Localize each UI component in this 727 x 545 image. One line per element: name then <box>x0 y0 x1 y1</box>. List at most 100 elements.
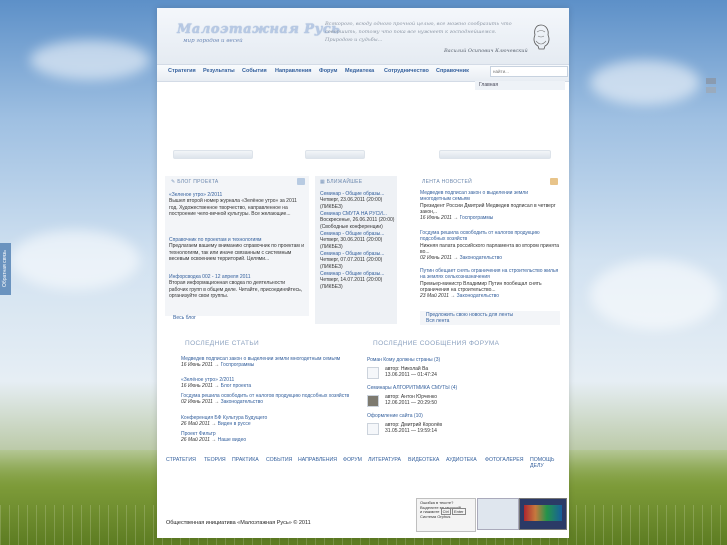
logo-title[interactable]: Малоэтажная Русь <box>177 22 340 37</box>
footer-nav-practice[interactable]: ПРАКТИКА <box>232 457 259 463</box>
arrow-icon: → <box>453 215 459 222</box>
forum-date: 13.06.2011 — 01:47:24 <box>385 372 437 379</box>
news-text: Нижняя палата российского парламента во … <box>420 242 560 255</box>
nav-item-events[interactable]: События <box>242 68 267 74</box>
article-tag[interactable]: Наше видео <box>218 437 247 443</box>
forum-topic-meta: автор: Николай Ва 13.06.2011 — 01:47:24 <box>385 366 437 379</box>
forum-topic-meta: автор: Дмитрий Королёв 31.05.2011 — 19:5… <box>385 422 442 435</box>
event-item: Семинар - Общие образы... Четверг, 07.07… <box>320 251 396 270</box>
blog-post-text: Вторая информационная сводка по деятельн… <box>169 280 303 299</box>
arrow-icon: → <box>211 437 217 444</box>
blog-title: ✎ БЛОГ ПРОЕКТА <box>171 179 219 185</box>
news-item: Госдума решила освободить от налогов про… <box>420 230 560 261</box>
footer-nav-theory[interactable]: ТЕОРИЯ <box>204 457 226 463</box>
nav-item-forum[interactable]: Форум <box>319 68 337 74</box>
map-counter-badge[interactable] <box>519 498 567 530</box>
footer-nav-video[interactable]: ВИДЕОТЕКА <box>408 457 439 463</box>
article-item: «Зелёное утро» 2/2011 16 Июнь 2011 → Бло… <box>181 377 351 390</box>
nav-item-cooperation[interactable]: Сотрудничество <box>384 68 429 74</box>
footer-nav-photo[interactable]: ФОТОГАЛЕРЕЯ <box>485 457 524 463</box>
news-date: 02 Июнь 2011 <box>420 255 452 262</box>
blog-post: Инфорсводка 002 - 12 апреля 2011 Вторая … <box>169 274 305 299</box>
footer-nav-events[interactable]: СОБЫТИЯ <box>266 457 292 463</box>
breadcrumb[interactable]: Главная <box>475 81 565 90</box>
counter-badge[interactable] <box>477 498 519 530</box>
news-title[interactable]: Путин обещает снять ограничения на строи… <box>420 268 560 281</box>
arrow-icon: → <box>211 421 217 428</box>
footer-nav-forum[interactable]: ФОРУМ <box>343 457 362 463</box>
blog-post-text: Вышел второй номер журнала «Зелёное утро… <box>169 198 297 217</box>
enter-key: Enter <box>451 508 466 515</box>
blog-post-text: Предлагаем вашему вниманию справочник по… <box>169 243 305 262</box>
feedback-tab[interactable]: Обратная связь <box>0 243 11 295</box>
forum-topic-meta: автор: Антон Юрченко 12.06.2011 — 20:29:… <box>385 394 437 407</box>
event-where: (ЛИКБЕЗ) <box>320 243 343 250</box>
blog-post: «Зеленое утро» 2/2011 Вышел второй номер… <box>169 192 305 217</box>
upcoming-title: ▦ БЛИЖАЙШЕЕ <box>320 179 363 185</box>
newsfeed-title: ЛЕНТА НОВОСТЕЙ <box>422 179 473 185</box>
news-tag[interactable]: Законодательство <box>457 293 499 299</box>
orphus-widget[interactable]: Ошибка в тексте? Выделите ее мышкой! и н… <box>416 498 476 532</box>
blog-all-link[interactable]: Весь блог <box>173 315 196 321</box>
article-date: 16 Июнь 2011 <box>181 362 213 369</box>
footer-nav-literature[interactable]: ЛИТЕРАТУРА <box>368 457 401 463</box>
event-item: Семинар - Общие образы... Четверг, 14.07… <box>320 271 396 290</box>
forum-topic-title[interactable]: Оформление сайта (10) <box>367 413 423 419</box>
article-tag[interactable]: Виден в руссе <box>218 421 251 427</box>
news-text: Премьер-министр Владимир Путин пообещал … <box>420 280 542 293</box>
logo-subtitle: мир городов и весей <box>183 38 243 44</box>
news-title[interactable]: Медведев подписал закон о выделении земл… <box>420 190 560 203</box>
news-date: 16 Июнь 2011 <box>420 215 452 222</box>
event-item: Семинар СМУТА НА РУСИ... Воскресенье, 26… <box>320 211 396 230</box>
banner-tab[interactable] <box>439 150 551 159</box>
article-date: 26 Май 2011 <box>181 421 210 428</box>
article-tag[interactable]: Госпрограммы <box>221 362 255 368</box>
event-where: (ЛИКБЕЗ) <box>320 263 343 270</box>
footer-nav-audio[interactable]: АУДИОТЕКА <box>446 457 477 463</box>
event-where: (ЛИКБЕЗ) <box>320 203 343 210</box>
news-tag[interactable]: Законодательство <box>460 255 502 261</box>
news-title[interactable]: Госдума решила освободить от налогов про… <box>420 230 560 243</box>
nav-item-strategy[interactable]: Стратегия <box>168 68 196 74</box>
nav-item-results[interactable]: Результаты <box>203 68 235 74</box>
copyright: Общественная инициатива «Малоэтажная Рус… <box>166 520 311 526</box>
forum-topic-title[interactable]: Семинары АЛГОРИТМИКА СМУТЫ (4) <box>367 385 457 391</box>
article-tag[interactable]: Блог проекта <box>221 383 252 389</box>
forum-topic-title[interactable]: Роман Кому должны страны (3) <box>367 357 440 363</box>
mail-icon[interactable] <box>706 87 716 93</box>
search-input[interactable] <box>490 66 568 77</box>
arrow-icon: → <box>214 399 220 406</box>
print-icon[interactable] <box>706 78 716 84</box>
nav-item-directions[interactable]: Направления <box>275 68 311 74</box>
nav-item-directory[interactable]: Справочник <box>436 68 469 74</box>
toolbar-icons <box>706 78 720 94</box>
orphus-system: Система Orphus <box>420 513 451 519</box>
article-item: Госдума решила освободить от налогов про… <box>181 393 351 406</box>
rss-icon[interactable] <box>550 178 558 185</box>
event-when: Воскресенье, 26.06.2011 (20:00) <box>320 217 395 224</box>
forum-date: 31.05.2011 — 19:59:14 <box>385 428 437 435</box>
quote-author: Василий Осипович Ключевский <box>444 48 528 54</box>
news-tag[interactable]: Госпрограммы <box>460 215 494 221</box>
article-date: 16 Июнь 2011 <box>181 383 213 390</box>
header-quote: Всякорого, всюду одного прочной целью, в… <box>325 21 512 43</box>
article-item: Проект Фильтр 26 Май 2011 → Наше видео <box>181 431 351 444</box>
nav-item-mediateka[interactable]: Медиатека <box>345 68 374 74</box>
header: Малоэтажная Русь мир городов и весей Вся… <box>157 8 569 64</box>
latest-articles-title: ПОСЛЕДНИЕ СТАТЬИ <box>185 340 260 347</box>
article-item: Медведев подписал закон о выделении земл… <box>181 356 351 369</box>
newsfeed-all-link[interactable]: Вся лента <box>426 318 449 324</box>
forum-date: 12.06.2011 — 20:29:50 <box>385 400 437 407</box>
news-item: Путин обещает снять ограничения на строи… <box>420 268 560 299</box>
news-date: 23 Май 2011 <box>420 293 449 300</box>
rss-icon[interactable] <box>297 178 305 185</box>
banner-tab[interactable] <box>305 150 365 159</box>
avatar <box>367 367 379 379</box>
footer-nav-help[interactable]: ПОМОЩЬ ДЕЛУ <box>530 457 568 469</box>
avatar <box>367 395 379 407</box>
banner-tab[interactable] <box>173 150 253 159</box>
footer-nav-directions[interactable]: НАПРАВЛЕНИЯ <box>298 457 337 463</box>
article-date: 02 Июнь 2011 <box>181 399 213 406</box>
footer-nav-strategy[interactable]: СТРАТЕГИЯ <box>166 457 196 463</box>
article-tag[interactable]: Законодательство <box>221 399 263 405</box>
